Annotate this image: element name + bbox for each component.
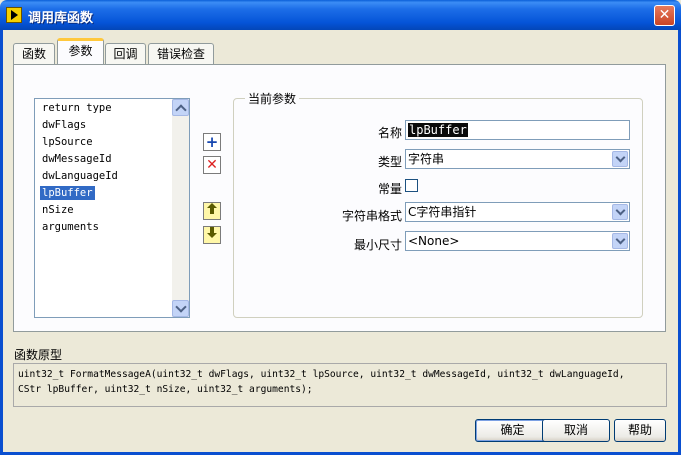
string-format-select[interactable]: C字符串指针 [405, 202, 630, 222]
chevron-down-icon[interactable] [612, 233, 628, 249]
prototype-label: 函数原型 [14, 348, 63, 362]
name-field-value: lpBuffer [408, 123, 468, 137]
move-down-button[interactable] [203, 226, 221, 244]
window-title: 调用库函数 [28, 11, 94, 26]
min-size-select-value: <None> [408, 234, 460, 248]
scroll-up-icon[interactable] [172, 99, 189, 116]
prototype-line-2: CStr lpBuffer, uint32_t nSize, uint32_t … [18, 384, 313, 395]
list-item[interactable]: dwFlags [40, 117, 172, 134]
move-up-button[interactable] [203, 202, 221, 220]
string-format-select-value: C字符串指针 [408, 205, 477, 219]
string-format-label: 字符串格式 [341, 209, 402, 223]
chevron-down-icon[interactable] [612, 151, 628, 167]
list-item[interactable]: lpSource [40, 134, 172, 151]
name-label: 名称 [377, 126, 402, 140]
list-item[interactable]: return type [40, 100, 172, 117]
tab-callbacks[interactable]: 回调 [105, 43, 146, 65]
const-label: 常量 [377, 182, 402, 196]
prototype-line-1: uint32_t FormatMessageA(uint32_t dwFlags… [18, 369, 625, 380]
tab-parameters[interactable]: 参数 [57, 38, 104, 64]
list-item[interactable]: arguments [40, 219, 172, 236]
list-scrollbar[interactable] [172, 99, 189, 317]
list-item[interactable]: dwLanguageId [40, 168, 172, 185]
arrow-up-icon [207, 203, 217, 214]
tab-function[interactable]: 函数 [13, 43, 55, 65]
const-checkbox[interactable] [405, 179, 418, 192]
type-select-value: 字符串 [408, 152, 445, 166]
arrow-down-icon [207, 227, 217, 238]
list-item-selected[interactable]: lpBuffer [40, 185, 172, 202]
labview-app-icon [6, 7, 22, 23]
min-size-select[interactable]: <None> [405, 231, 630, 251]
add-parameter-button[interactable]: + [203, 133, 221, 151]
ok-button[interactable]: 确定 [475, 419, 550, 442]
min-size-label: 最小尺寸 [353, 238, 402, 252]
type-select[interactable]: 字符串 [405, 149, 630, 169]
delete-parameter-button[interactable]: ✕ [203, 156, 221, 174]
chevron-down-icon[interactable] [612, 204, 628, 220]
current-parameter-group-label: 当前参数 [245, 90, 300, 107]
cancel-button[interactable]: 取消 [542, 419, 610, 442]
tab-error-checking[interactable]: 错误检查 [148, 43, 214, 65]
list-item[interactable]: dwMessageId [40, 151, 172, 168]
close-button[interactable]: ✕ [654, 5, 675, 26]
help-button[interactable]: 帮助 [614, 419, 666, 442]
window-frame-left [0, 30, 3, 455]
name-field[interactable]: lpBuffer [405, 120, 630, 140]
title-bar: 调用库函数 ✕ [0, 0, 681, 30]
prototype-display: uint32_t FormatMessageA(uint32_t dwFlags… [13, 363, 667, 407]
list-item[interactable]: nSize [40, 202, 172, 219]
parameter-list[interactable]: return type dwFlags lpSource dwMessageId… [34, 98, 190, 318]
scroll-down-icon[interactable] [172, 300, 189, 317]
type-label: 类型 [377, 155, 402, 169]
